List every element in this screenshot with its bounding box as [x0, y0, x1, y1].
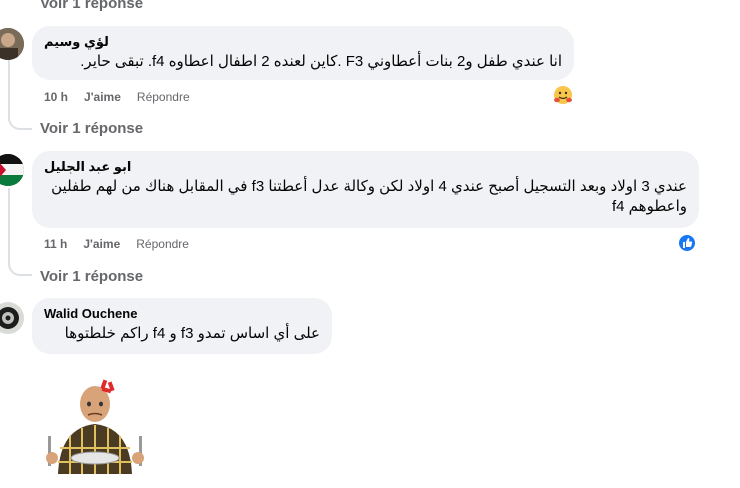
avatar[interactable]	[0, 28, 24, 60]
comment-author[interactable]: ابو عبد الجليل	[44, 159, 687, 175]
hug-emoji-icon[interactable]	[553, 85, 573, 105]
like-button[interactable]: J'aime	[83, 237, 120, 251]
comment-text: عندي 3 اولاد وبعد التسجيل أصبح عندي 4 او…	[51, 178, 687, 215]
thread-line	[8, 188, 10, 260]
comment-author[interactable]: Walid Ouchene	[44, 306, 320, 322]
comment-text: على أي اساس تمدو f3 و f4 راكم خلطتوها	[64, 325, 320, 342]
avatar[interactable]	[0, 302, 24, 334]
view-replies-link[interactable]: Voir 1 réponse	[40, 0, 143, 12]
comment-actions: 10 h J'aime Répondre	[44, 90, 190, 104]
comment-bubble: ابو عبد الجليل عندي 3 اولاد وبعد التسجيل…	[32, 151, 699, 228]
comment-time[interactable]: 11 h	[44, 237, 67, 251]
thread-line	[8, 56, 10, 114]
like-button[interactable]: J'aime	[84, 90, 121, 104]
avatar[interactable]	[0, 154, 24, 186]
reply-button[interactable]: Répondre	[137, 90, 190, 104]
sticker-image[interactable]	[40, 378, 150, 474]
view-replies-link[interactable]: Voir 1 réponse	[40, 268, 143, 285]
view-replies-link[interactable]: Voir 1 réponse	[40, 120, 143, 137]
comment-actions: 11 h J'aime Répondre	[44, 237, 189, 251]
comment-author[interactable]: لؤي وسيم	[44, 34, 562, 50]
comment-time[interactable]: 10 h	[44, 90, 68, 104]
reply-button[interactable]: Répondre	[136, 237, 189, 251]
comment-text: انا عندي طفل و2 بنات أعطاوني F3 .كاين لع…	[80, 53, 562, 70]
thread-curve	[8, 260, 32, 276]
comment-bubble: لؤي وسيم انا عندي طفل و2 بنات أعطاوني F3…	[32, 26, 574, 80]
comment-bubble: Walid Ouchene على أي اساس تمدو f3 و f4 ر…	[32, 298, 332, 354]
thread-curve	[8, 114, 32, 130]
like-icon[interactable]	[677, 233, 697, 253]
